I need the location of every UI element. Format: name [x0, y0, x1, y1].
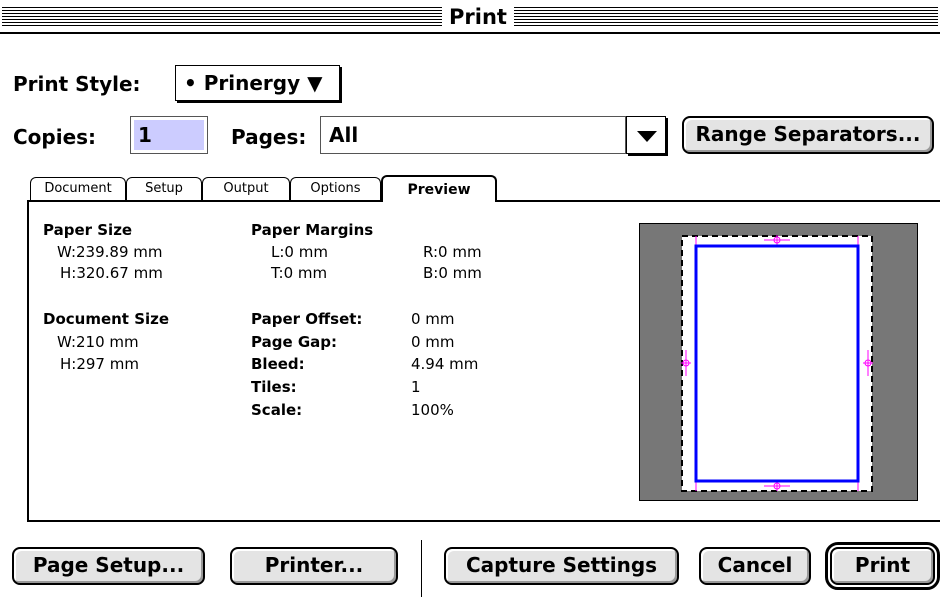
range-separators-button[interactable]: Range Separators... [682, 116, 934, 154]
document-page [694, 244, 860, 483]
print-style-label: Print Style: [13, 72, 141, 96]
copies-label: Copies: [13, 125, 97, 149]
tab-preview[interactable]: Preview [381, 175, 497, 202]
print-button[interactable]: Print [825, 542, 940, 590]
chevron-down-icon [637, 131, 657, 142]
title-bar-stripes-right [514, 7, 938, 27]
window-title: Print [442, 4, 514, 30]
paper-margins-heading: Paper Margins [251, 221, 374, 239]
document-size-heading: Document Size [43, 310, 170, 328]
tab-setup[interactable]: Setup [126, 177, 202, 201]
page-gap-value: 0 mm [411, 333, 455, 351]
page-preview-graphic [681, 235, 873, 492]
paper-size-heading: Paper Size [43, 221, 133, 239]
pages-label: Pages: [231, 125, 307, 149]
cancel-button[interactable]: Cancel [699, 547, 811, 585]
bleed-value: 4.94 mm [411, 355, 479, 373]
page-setup-button[interactable]: Page Setup... [12, 547, 205, 585]
tab-output[interactable]: Output [202, 177, 290, 201]
margin-right: R:0 mm [423, 243, 482, 261]
paper-offset-value: 0 mm [411, 310, 455, 328]
tiles-label: Tiles: [251, 378, 297, 396]
document-width: W:210 mm [57, 333, 139, 351]
scale-label: Scale: [251, 401, 303, 419]
printer-button[interactable]: Printer... [230, 547, 398, 585]
button-divider [421, 540, 422, 597]
margin-top: T:0 mm [271, 264, 328, 282]
document-height: H:297 mm [60, 355, 139, 373]
title-bar-stripes-left [2, 7, 442, 27]
margin-left: L:0 mm [271, 243, 328, 261]
print-style-popup[interactable]: • Prinergy ▼ [175, 65, 340, 101]
capture-settings-button[interactable]: Capture Settings [444, 547, 679, 585]
copies-value: 1 [134, 120, 204, 150]
bleed-label: Bleed: [251, 355, 305, 373]
tab-options[interactable]: Options [290, 177, 381, 201]
scale-value: 100% [411, 401, 454, 419]
paper-offset-label: Paper Offset: [251, 310, 363, 328]
pages-dropdown-button[interactable] [626, 116, 666, 154]
tiles-value: 1 [411, 378, 421, 396]
paper-width: W:239.89 mm [57, 243, 163, 261]
page-gap-label: Page Gap: [251, 333, 338, 351]
margin-bottom: B:0 mm [423, 264, 482, 282]
pages-field[interactable]: All [320, 116, 626, 154]
copies-field[interactable]: 1 [130, 116, 208, 154]
page-preview [639, 223, 918, 501]
paper-height: H:320.67 mm [60, 264, 163, 282]
title-bar[interactable]: Print [0, 0, 940, 34]
tab-document[interactable]: Document [30, 177, 126, 201]
